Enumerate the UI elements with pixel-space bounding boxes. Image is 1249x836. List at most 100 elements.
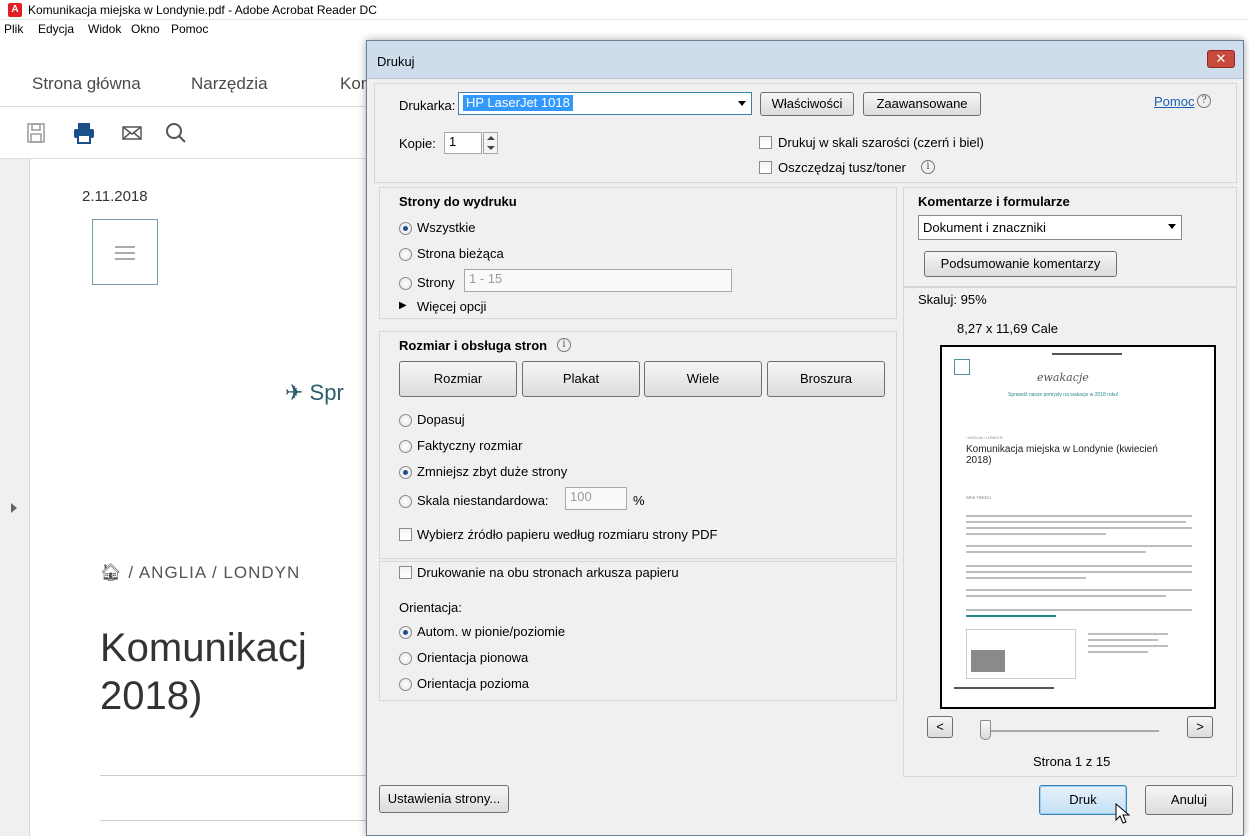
menubar: Plik Edycja Widok Okno Pomoc — [0, 20, 380, 40]
paper-size-label: 8,27 x 11,69 Cale — [957, 321, 1058, 336]
paper-source-label: Wybierz źródło papieru według rozmiaru s… — [417, 527, 718, 542]
mail-icon[interactable] — [120, 121, 144, 145]
actual-size-radio[interactable] — [399, 440, 412, 453]
multiple-button[interactable]: Wiele — [644, 361, 762, 397]
size-button[interactable]: Rozmiar — [399, 361, 517, 397]
shrink-radio[interactable] — [399, 466, 412, 479]
orientation-landscape-radio[interactable] — [399, 678, 412, 691]
tab-tools[interactable]: Narzędzia — [191, 74, 268, 94]
doc-heading: Komunikacj 2018) — [100, 626, 307, 718]
page-preview: ewakacje Sprawdź nasze pomysły na wakacj… — [940, 345, 1216, 709]
more-options-link[interactable]: Więcej opcji — [417, 299, 486, 314]
pages-current-radio[interactable] — [399, 248, 412, 261]
menu-pomoc[interactable]: Pomoc — [171, 22, 208, 36]
mini-text-line — [966, 551, 1146, 553]
more-options-caret-icon[interactable]: ▶ — [399, 300, 407, 311]
doc-breadcrumb: 🏠︎ / ANGLIA / LONDYN — [100, 563, 300, 583]
mini-text-line — [966, 595, 1166, 597]
page-slider-track[interactable] — [983, 730, 1159, 732]
mini-logo: ewakacje — [1037, 371, 1089, 384]
mini-text-line — [966, 545, 1192, 547]
tab-home[interactable]: Strona główna — [32, 74, 141, 94]
orientation-auto-radio[interactable] — [399, 626, 412, 639]
print-icon[interactable] — [72, 121, 96, 145]
print-button[interactable]: Druk — [1039, 785, 1127, 815]
advanced-button[interactable]: Zaawansowane — [863, 92, 981, 116]
pages-all-label: Wszystkie — [417, 220, 476, 235]
orientation-portrait-label: Orientacja pionowa — [417, 650, 529, 665]
pages-range-input[interactable]: 1 - 15 — [464, 269, 732, 292]
menu-plik[interactable]: Plik — [4, 22, 23, 36]
menu-okno[interactable]: Okno — [131, 22, 160, 36]
poster-button[interactable]: Plakat — [522, 361, 640, 397]
doc-breadcrumb-text: / ANGLIA / LONDYN — [128, 563, 301, 582]
prev-page-button[interactable]: < — [927, 716, 953, 738]
fit-radio[interactable] — [399, 414, 412, 427]
search-icon[interactable] — [164, 121, 188, 145]
printer-select[interactable]: HP LaserJet 1018 — [458, 92, 752, 115]
menu-edycja[interactable]: Edycja — [38, 22, 74, 36]
close-button[interactable]: ✕ — [1207, 50, 1235, 68]
mini-text-line — [1088, 639, 1158, 641]
grayscale-checkbox[interactable] — [759, 136, 772, 149]
orientation-label: Orientacja: — [399, 600, 462, 615]
save-icon[interactable] — [24, 121, 48, 145]
help-link[interactable]: Pomoc — [1154, 94, 1194, 109]
mouse-cursor-icon — [1115, 802, 1131, 828]
orientation-landscape-label: Orientacja pozioma — [417, 676, 529, 691]
home-icon: 🏠︎ — [100, 563, 123, 582]
duplex-checkbox[interactable] — [399, 566, 412, 579]
mini-header-line — [1052, 353, 1122, 355]
orientation-auto-label: Autom. w pionie/poziomie — [417, 624, 566, 639]
mini-thumbnail — [971, 650, 1005, 672]
acrobat-icon: A — [8, 3, 22, 17]
page-indicator: Strona 1 z 15 — [1033, 754, 1111, 769]
doc-date: 2.11.2018 — [82, 188, 148, 205]
mini-text-line — [966, 571, 1192, 573]
mini-text-line — [966, 609, 1192, 611]
menu-widok[interactable]: Widok — [88, 22, 121, 36]
comments-value: Dokument i znaczniki — [923, 220, 1046, 235]
window-title: Komunikacja miejska w Londynie.pdf - Ado… — [28, 3, 377, 17]
page-sizing-title: Rozmiar i obsługa stron — [399, 338, 548, 353]
comments-select[interactable]: Dokument i znaczniki — [918, 215, 1182, 240]
save-ink-checkbox[interactable] — [759, 161, 772, 174]
paper-source-checkbox[interactable] — [399, 528, 412, 541]
pages-range-label: Strony — [417, 275, 455, 290]
printer-value: HP LaserJet 1018 — [463, 95, 573, 111]
copies-input[interactable]: 1 — [444, 132, 482, 154]
mini-title: Komunikacja miejska w Londynie (kwiecień… — [966, 444, 1158, 466]
document-page — [31, 159, 371, 836]
doc-hamburger-box — [92, 219, 158, 285]
orientation-portrait-radio[interactable] — [399, 652, 412, 665]
cancel-button[interactable]: Anuluj — [1145, 785, 1233, 815]
next-page-button[interactable]: > — [1187, 716, 1213, 738]
pages-all-radio[interactable] — [399, 222, 412, 235]
expand-panel-icon[interactable] — [11, 503, 17, 513]
tabbar: Strona główna Narzędzia Kon — [0, 62, 370, 108]
grayscale-label: Drukuj w skali szarości (czerń i biel) — [778, 135, 984, 150]
page-slider-thumb[interactable] — [980, 720, 991, 740]
chevron-down-icon — [487, 146, 495, 150]
app-titlebar: A Komunikacja miejska w Londynie.pdf - A… — [0, 0, 1249, 20]
custom-scale-input[interactable]: 100 — [565, 487, 627, 510]
mini-link: Sprawdź nasze pomysły na wakacje w 2018 … — [1008, 392, 1119, 398]
doc-divider — [100, 820, 370, 821]
tabbar-divider — [0, 106, 370, 107]
properties-button[interactable]: Właściwości — [760, 92, 854, 116]
doc-promo-text: ✈ Spr — [285, 380, 344, 405]
mini-text-line — [966, 577, 1086, 579]
chevron-down-icon — [1168, 224, 1176, 229]
mini-footer-line — [954, 687, 1054, 689]
mini-hamburger-box — [954, 359, 970, 375]
booklet-button[interactable]: Broszura — [767, 361, 885, 397]
left-panel-rail — [0, 159, 30, 836]
pages-range-radio[interactable] — [399, 277, 412, 290]
mini-text-line — [966, 515, 1192, 517]
custom-scale-radio[interactable] — [399, 495, 412, 508]
mini-breadcrumb: / ANGLIA / LONDYN — [966, 435, 1003, 440]
comments-summary-button[interactable]: Podsumowanie komentarzy — [924, 251, 1117, 277]
page-setup-button[interactable]: Ustawienia strony... — [379, 785, 509, 813]
copies-stepper[interactable] — [483, 132, 498, 154]
mini-link-line — [966, 615, 1056, 617]
